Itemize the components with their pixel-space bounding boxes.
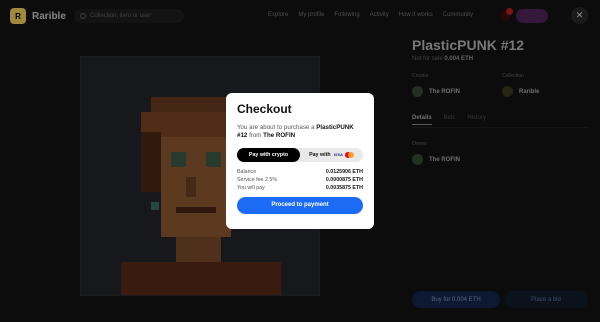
modal-description: You are about to purchase a PlasticPUNK … <box>237 124 363 141</box>
mastercard-icon <box>344 151 354 158</box>
service-fee-value: 0.0000875 ETH <box>325 176 363 183</box>
summary-row: You will pay 0.0035875 ETH <box>237 184 363 192</box>
summary-row: Service fee 2.5% 0.0000875 ETH <box>237 176 363 184</box>
service-fee-label: Service fee 2.5% <box>237 176 278 183</box>
desc-seller: The ROFIN <box>263 132 296 140</box>
pay-with-card-label: Pay with <box>309 151 331 158</box>
payment-method-toggle: Pay with crypto Pay with VISA <box>237 147 363 162</box>
pay-with-crypto-tab[interactable]: Pay with crypto <box>237 147 300 162</box>
desc-from: from <box>249 132 262 140</box>
desc-prefix: You are about to purchase a <box>237 124 315 131</box>
checkout-modal: Checkout You are about to purchase a Pla… <box>226 93 374 229</box>
modal-title: Checkout <box>237 102 292 116</box>
page: R Rarible Collection, item or user Explo… <box>0 0 600 322</box>
balance-value: 0.0125906 ETH <box>325 168 363 175</box>
balance-label: Balance <box>237 168 257 175</box>
summary-row: Balance 0.0125906 ETH <box>237 168 363 176</box>
pay-with-card-tab[interactable]: Pay with VISA <box>300 148 363 162</box>
total-label: You will pay <box>237 184 265 191</box>
visa-icon: VISA <box>333 152 343 158</box>
total-value: 0.0035875 ETH <box>325 184 363 191</box>
payment-summary: Balance 0.0125906 ETH Service fee 2.5% 0… <box>237 168 363 192</box>
proceed-to-payment-button[interactable]: Proceed to payment <box>237 196 363 214</box>
